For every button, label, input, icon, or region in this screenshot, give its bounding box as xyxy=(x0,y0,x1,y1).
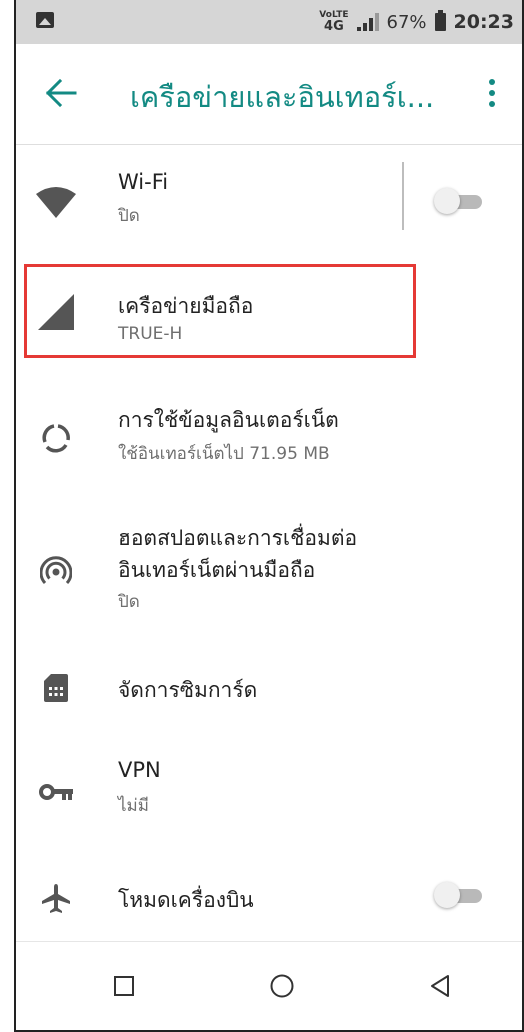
back-arrow-icon[interactable] xyxy=(44,78,78,108)
navigation-bar xyxy=(16,941,522,1030)
gallery-notification-icon xyxy=(36,12,54,28)
hotspot-title-line1: ฮอตสปอตและการเชื่อมต่อ xyxy=(118,526,358,550)
data-usage-title: การใช้ข้อมูลอินเตอร์เน็ต xyxy=(118,408,339,432)
sim-manager-row[interactable]: จัดการซิมการ์ด xyxy=(16,646,522,732)
data-usage-amount: ใช้อินเทอร์เน็ตไป 71.95 MB xyxy=(118,444,330,464)
sim-card-icon xyxy=(36,668,76,708)
wifi-status: ปิด xyxy=(118,206,140,226)
more-options-icon[interactable] xyxy=(488,79,496,107)
data-usage-icon xyxy=(36,418,76,458)
recents-icon[interactable] xyxy=(102,964,146,1008)
highlight-box xyxy=(24,264,416,358)
sim-manager-title: จัดการซิมการ์ด xyxy=(118,678,258,702)
volte-indicator: VoLTE 4G xyxy=(319,11,348,34)
hotspot-title-line2: อินเทอร์เน็ตผ่านมือถือ xyxy=(118,558,316,582)
airplane-mode-toggle[interactable] xyxy=(434,882,486,908)
airplane-icon xyxy=(36,878,76,918)
airplane-mode-title: โหมดเครื่องบิน xyxy=(118,888,254,912)
signal-strength-icon xyxy=(356,13,379,31)
wifi-icon xyxy=(36,182,76,222)
hotspot-row[interactable]: ฮอตสปอตและการเชื่อมต่อ อินเทอร์เน็ตผ่านม… xyxy=(16,510,522,630)
home-icon[interactable] xyxy=(260,964,304,1008)
app-bar: เครือข่ายและอินเทอร์เ... xyxy=(16,44,522,145)
wifi-toggle[interactable] xyxy=(434,188,486,214)
vpn-title: VPN xyxy=(118,758,161,782)
data-usage-row[interactable]: การใช้ข้อมูลอินเตอร์เน็ต ใช้อินเทอร์เน็ต… xyxy=(16,378,522,488)
back-icon[interactable] xyxy=(418,964,462,1008)
phone-screen: VoLTE 4G 67% 20:23 เครือข่ายและอินเทอร์เ… xyxy=(14,0,524,1032)
battery-icon xyxy=(434,10,446,31)
page-title: เครือข่ายและอินเทอร์เ... xyxy=(130,80,435,114)
status-bar: VoLTE 4G 67% 20:23 xyxy=(16,0,522,44)
hotspot-status: ปิด xyxy=(118,592,140,612)
wifi-title: Wi-Fi xyxy=(118,170,169,194)
battery-percent: 67% xyxy=(386,11,427,33)
divider xyxy=(402,162,404,230)
hotspot-icon xyxy=(36,552,76,592)
vpn-key-icon xyxy=(36,772,76,812)
vpn-status: ไม่มี xyxy=(118,796,149,816)
vpn-row[interactable]: VPN ไม่มี xyxy=(16,744,522,844)
network-type-label: 4G xyxy=(324,19,344,34)
clock: 20:23 xyxy=(453,11,514,33)
